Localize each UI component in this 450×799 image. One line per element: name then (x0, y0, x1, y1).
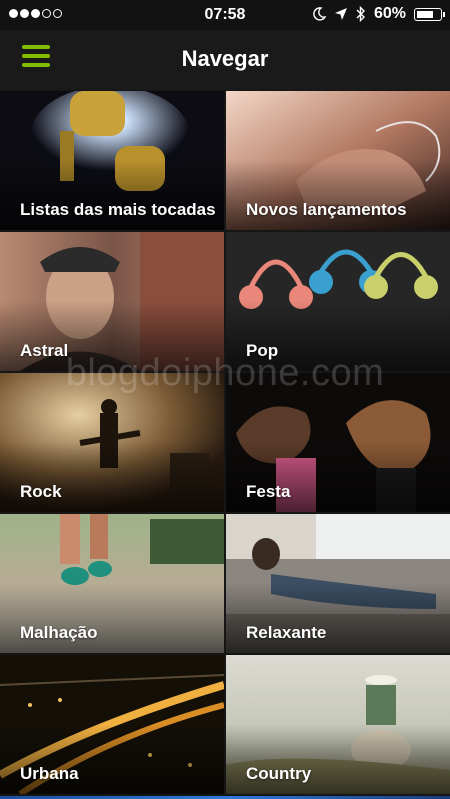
tile-astral[interactable]: Astral (0, 232, 224, 371)
battery-icon (414, 7, 445, 21)
tile-new-releases[interactable]: Novos lançamentos (226, 91, 450, 230)
tile-top-lists[interactable]: Listas das mais tocadas (0, 91, 224, 230)
tile-country[interactable]: Country (226, 655, 450, 794)
tile-workout[interactable]: Malhação (0, 514, 224, 653)
tile-party[interactable]: Festa (226, 373, 450, 512)
tile-label: Astral (20, 341, 69, 360)
tile-label: Pop (246, 341, 279, 360)
tile-label: Listas das mais tocadas (20, 200, 216, 219)
tile-label: Malhação (20, 623, 98, 642)
tile-relax[interactable]: Relaxante (226, 514, 450, 653)
tile-label: Rock (20, 482, 62, 501)
category-grid: Listas das mais tocadas Novos lançamento… (0, 91, 450, 794)
tile-label: Novos lançamentos (246, 200, 407, 219)
tile-label: Festa (246, 482, 291, 501)
status-bar: 07:58 60% (0, 0, 450, 30)
bluetooth-icon (356, 6, 365, 22)
page-title: Navegar (181, 46, 269, 71)
location-arrow-icon (334, 8, 347, 20)
tile-label: Urbana (20, 764, 79, 783)
tile-rock[interactable]: Rock (0, 373, 224, 512)
tile-label: Country (246, 764, 312, 783)
moon-icon (313, 7, 326, 21)
tile-pop[interactable]: Pop (226, 232, 450, 371)
tile-urban[interactable]: Urbana (0, 655, 224, 794)
navigation-bar: Navegar (0, 30, 450, 90)
tile-label: Relaxante (246, 623, 327, 642)
battery-percent: 60% (373, 5, 406, 22)
